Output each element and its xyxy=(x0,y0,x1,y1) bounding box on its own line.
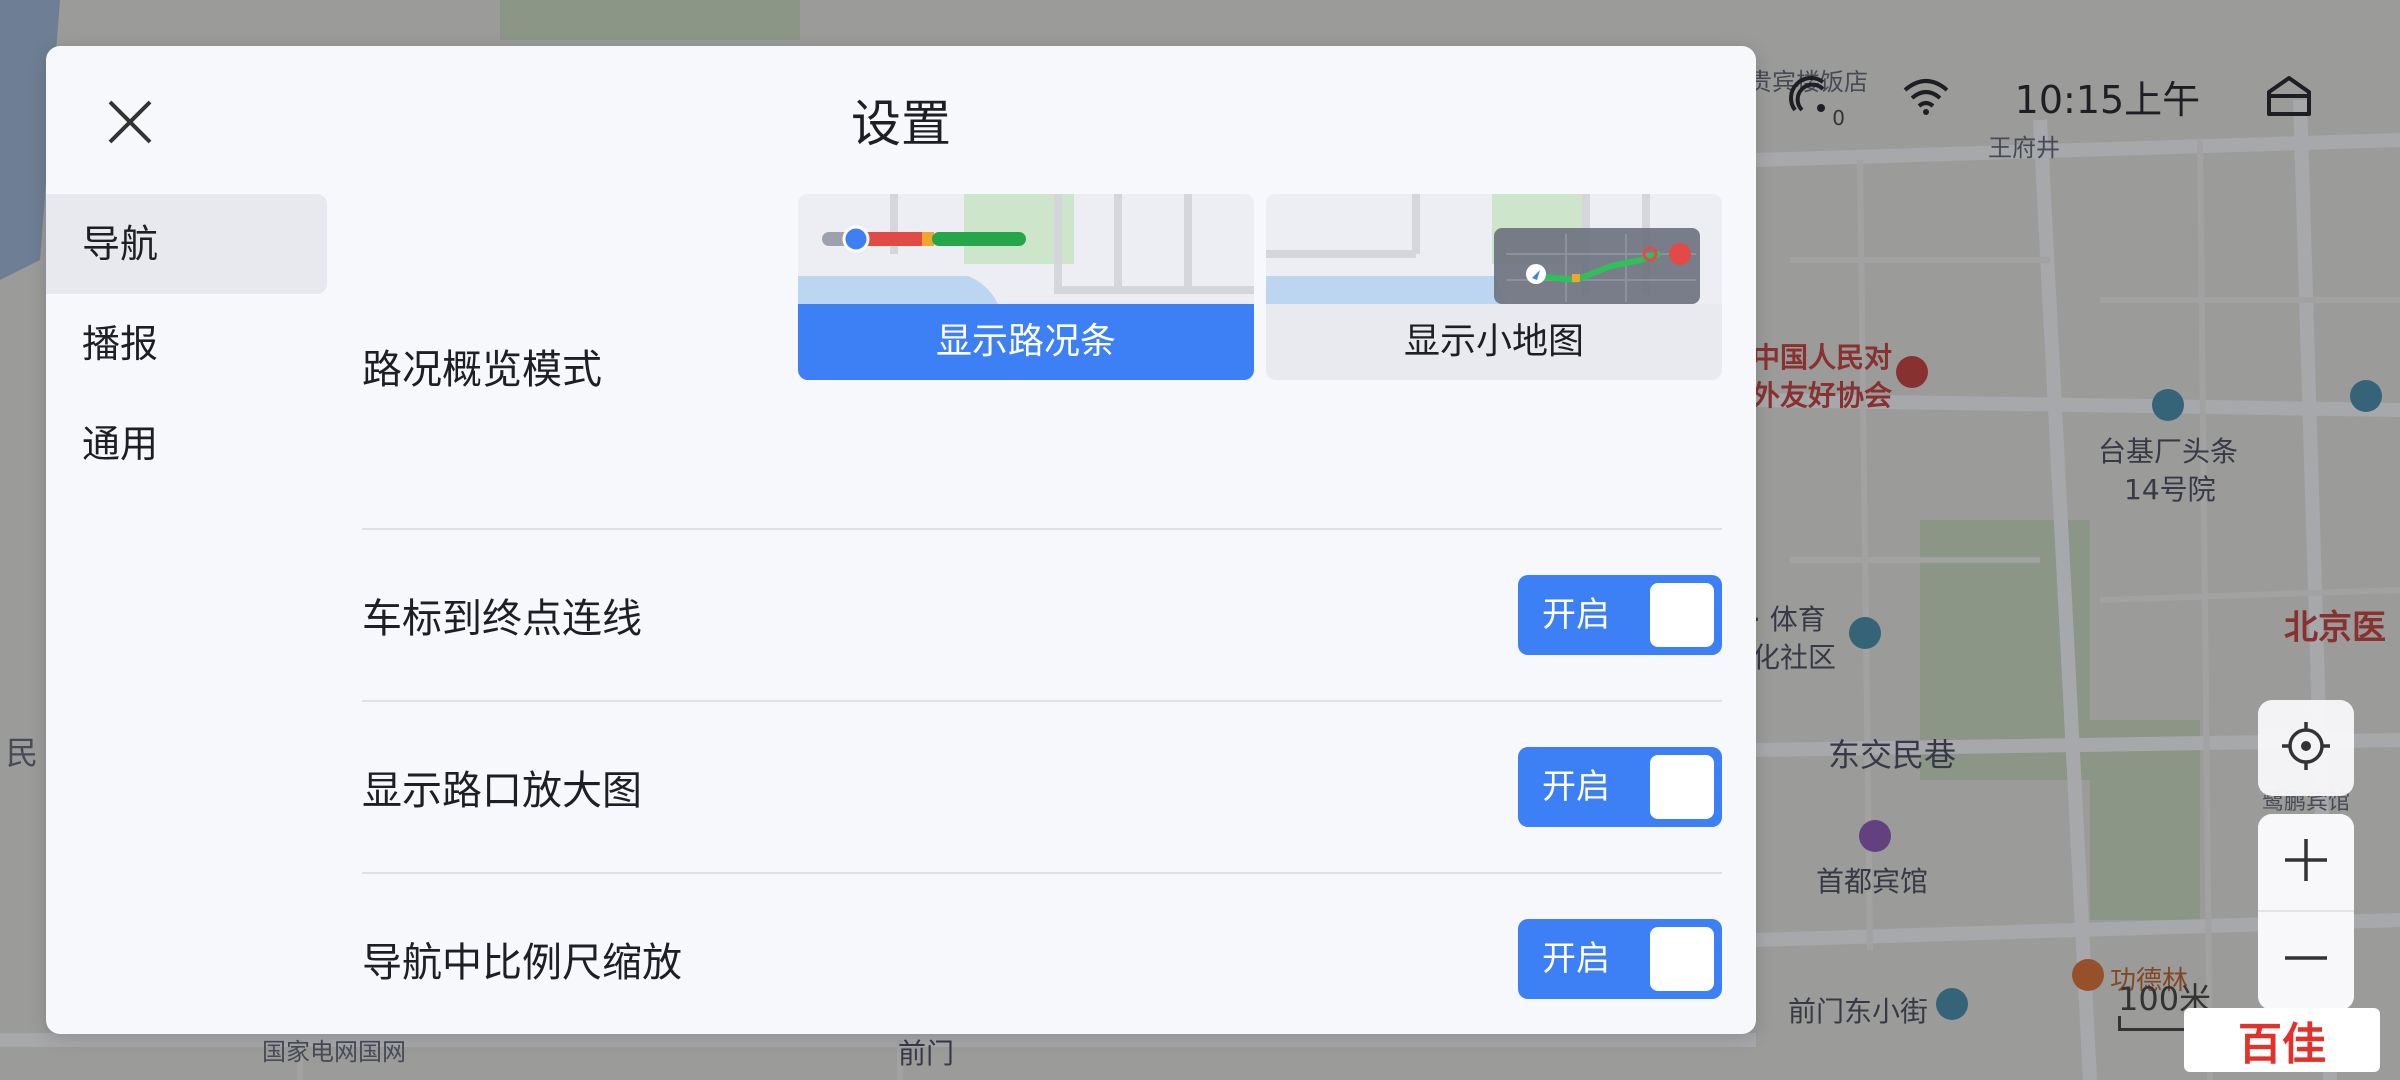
overview-option-mini-map[interactable]: 显示小地图 xyxy=(1266,194,1722,380)
toggle-state-label: 开启 xyxy=(1542,767,1610,807)
toggle-state-label: 开启 xyxy=(1542,939,1610,979)
watermark-logo: 百佳 xyxy=(2184,1008,2380,1072)
overview-mode-row: 路况概览模式 显示路况条 显示小地图 xyxy=(362,194,1722,530)
row-label: 导航中比例尺缩放 xyxy=(362,940,682,986)
settings-content: 路况概览模式 显示路况条 显示小地图 车标到终点连线 开启 显示路口放大图 开启… xyxy=(362,194,1722,1034)
zoom-out-button[interactable] xyxy=(2258,912,2354,1010)
zoom-controls xyxy=(2258,814,2354,1010)
row-label: 车标到终点连线 xyxy=(362,596,642,642)
zoom-in-button[interactable] xyxy=(2258,814,2354,912)
locate-icon xyxy=(2280,720,2332,776)
settings-sidebar: 导航 播报 通用 xyxy=(46,194,327,494)
signal-badge: 0 xyxy=(1832,106,1845,130)
home-icon[interactable] xyxy=(2261,68,2317,124)
sidebar-item-general[interactable]: 通用 xyxy=(46,394,327,494)
mini-map-option-label: 显示小地图 xyxy=(1403,321,1584,362)
wifi-icon xyxy=(1898,68,1954,124)
watermark-text: 百佳 xyxy=(2238,1019,2326,1070)
junction-zoom-toggle[interactable]: 开启 xyxy=(1518,747,1722,827)
settings-dialog: 设置 导航 播报 通用 路况概览模式 显示路况条 显示小地图 车标到终点连线 开… xyxy=(46,46,1756,1034)
status-time: 10:15上午 xyxy=(2014,77,2201,122)
traffic-bar-option-label: 显示路况条 xyxy=(798,304,1254,380)
overview-option-traffic-bar[interactable]: 显示路况条 xyxy=(798,194,1254,380)
status-bar: 0 10:15上午 xyxy=(1745,46,2353,146)
vehicle-line-toggle[interactable]: 开启 xyxy=(1518,575,1722,655)
zoom-in-icon xyxy=(2283,837,2329,887)
overview-mode-label: 路况概览模式 xyxy=(362,347,602,393)
dialog-title: 设置 xyxy=(851,95,951,153)
toggle-knob xyxy=(1650,927,1714,991)
sidebar-item-navigation[interactable]: 导航 xyxy=(46,194,327,294)
sidebar-item-broadcast[interactable]: 播报 xyxy=(46,294,327,394)
toggle-state-label: 开启 xyxy=(1542,595,1610,635)
traffic-signal-icon[interactable]: 0 xyxy=(1781,68,1845,130)
toggle-knob xyxy=(1650,755,1714,819)
settings-row-scale-zoom: 导航中比例尺缩放 开启 xyxy=(362,874,1722,1034)
scale-zoom-toggle[interactable]: 开启 xyxy=(1518,919,1722,999)
toggle-knob xyxy=(1650,583,1714,647)
mini-map-preview xyxy=(1266,194,1722,304)
traffic-bar-preview xyxy=(798,194,1254,304)
settings-row-junction-zoom-view: 显示路口放大图 开启 xyxy=(362,702,1722,874)
map-controls xyxy=(2258,700,2354,1010)
row-label: 显示路口放大图 xyxy=(362,768,642,814)
settings-row-vehicle-to-destination-line: 车标到终点连线 开启 xyxy=(362,530,1722,702)
locate-button[interactable] xyxy=(2258,700,2354,796)
zoom-out-icon xyxy=(2283,935,2329,985)
